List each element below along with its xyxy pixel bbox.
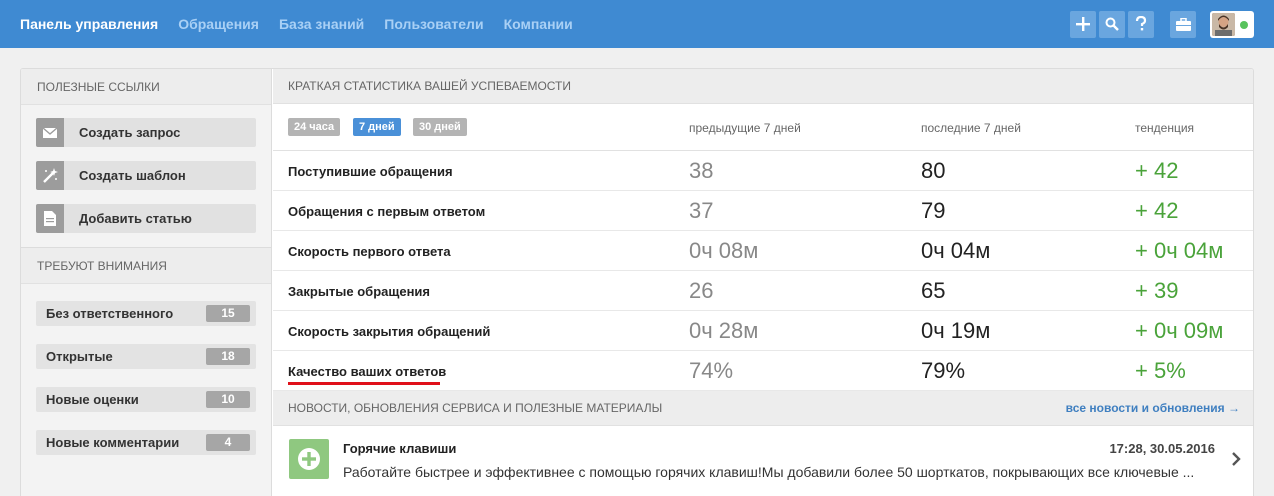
briefcase-icon	[1175, 17, 1191, 31]
magic-wand-icon	[43, 167, 58, 183]
document-icon	[44, 211, 56, 226]
stat-name: Скорость первого ответа	[288, 244, 451, 259]
useful-links: Создать запрос Создать шаблон Добавить с…	[21, 105, 271, 248]
attention-label: Открытые	[46, 349, 113, 364]
stat-name: Скорость закрытия обращений	[288, 324, 491, 339]
search-button[interactable]	[1099, 10, 1125, 38]
nav-dashboard[interactable]: Панель управления	[20, 16, 158, 32]
column-header-trend: тенденция	[1135, 121, 1195, 135]
stat-prev: 37	[689, 198, 714, 223]
count-badge: 18	[206, 348, 250, 365]
column-header-prev: предыдущие 7 дней	[689, 121, 801, 135]
count-badge: 15	[206, 305, 250, 322]
stat-name: Поступившие обращения	[288, 164, 453, 179]
stat-name: Качество ваших ответов	[288, 364, 447, 379]
stat-prev: 74%	[689, 358, 734, 383]
stat-prev: 26	[689, 278, 714, 303]
stat-last: 0ч 19м	[921, 318, 991, 343]
news-item-date: 17:28, 30.05.2016	[1109, 441, 1215, 456]
news-icon	[289, 439, 329, 479]
news-title-text: НОВОСТИ, ОБНОВЛЕНИЯ СЕРВИСА И ПОЛЕЗНЫЕ М…	[288, 401, 663, 415]
plus-icon	[1076, 17, 1090, 31]
news-item[interactable]: Горячие клавиши 17:28, 30.05.2016 Работа…	[273, 426, 1253, 496]
add-article-button[interactable]: Добавить статью	[36, 204, 256, 233]
stat-row: Качество ваших ответов 74% 79% + 5%	[273, 351, 1253, 391]
stat-row: Закрытые обращения 26 65 + 39	[273, 271, 1253, 311]
avatar	[1212, 12, 1235, 36]
stat-trend: + 0ч 09м	[1135, 318, 1224, 343]
user-menu[interactable]	[1210, 10, 1254, 38]
attention-unassigned[interactable]: Без ответственного 15	[36, 301, 256, 326]
stat-last: 80	[921, 158, 946, 183]
create-request-button[interactable]: Создать запрос	[36, 118, 256, 147]
news-item-text: Работайте быстрее и эффективнее с помощь…	[343, 464, 1195, 480]
count-badge: 4	[206, 434, 250, 451]
stat-name: Закрытые обращения	[288, 284, 431, 299]
nav-tickets[interactable]: Обращения	[178, 16, 259, 32]
stat-trend: + 42	[1135, 198, 1179, 223]
news-title: НОВОСТИ, ОБНОВЛЕНИЯ СЕРВИСА И ПОЛЕЗНЫЕ М…	[273, 391, 1253, 426]
stat-name: Обращения с первым ответом	[288, 204, 486, 219]
help-icon	[1135, 16, 1147, 31]
attention-label: Новые комментарии	[46, 435, 180, 450]
chevron-right-icon[interactable]	[1231, 451, 1241, 467]
create-template-button[interactable]: Создать шаблон	[36, 161, 256, 190]
stats-header: 24 часа 7 дней 30 дней предыдущие 7 дней…	[273, 104, 1253, 151]
all-news-link[interactable]: все новости и обновления →	[1066, 391, 1240, 426]
period-7d[interactable]: 7 дней	[353, 118, 401, 136]
add-article-label: Добавить статью	[79, 211, 192, 226]
plus-circle-icon	[298, 448, 320, 470]
attention-label: Без ответственного	[46, 306, 174, 321]
nav-users[interactable]: Пользователи	[384, 16, 483, 32]
nav-companies[interactable]: Компании	[504, 16, 573, 32]
useful-links-title: ПОЛЕЗНЫЕ ССЫЛКИ	[21, 69, 271, 105]
dashboard-card: ПОЛЕЗНЫЕ ССЫЛКИ Создать запрос Создать ш…	[20, 68, 1254, 496]
highlight-underline	[288, 382, 440, 385]
stat-row: Скорость первого ответа 0ч 08м 0ч 04м + …	[273, 231, 1253, 271]
search-icon	[1105, 17, 1119, 31]
envelope-icon	[43, 127, 57, 138]
attention-list: Без ответственного 15 Открытые 18 Новые …	[21, 284, 271, 455]
attention-new-ratings[interactable]: Новые оценки 10	[36, 387, 256, 412]
help-button[interactable]	[1128, 10, 1154, 38]
main-nav: Панель управления Обращения База знаний …	[20, 0, 593, 48]
stat-trend: + 0ч 04м	[1135, 238, 1224, 263]
stat-prev: 38	[689, 158, 714, 183]
news-item-title: Горячие клавиши	[343, 441, 457, 456]
toolbar	[1067, 10, 1254, 38]
stat-last: 79%	[921, 358, 966, 383]
top-navbar: Панель управления Обращения База знаний …	[0, 0, 1274, 48]
stat-prev: 0ч 28м	[689, 318, 759, 343]
add-button[interactable]	[1070, 10, 1096, 38]
stat-last: 0ч 04м	[921, 238, 991, 263]
online-status-indicator	[1240, 20, 1248, 29]
stat-row: Поступившие обращения 38 80 + 42	[273, 151, 1253, 191]
stat-last: 79	[921, 198, 946, 223]
count-badge: 10	[206, 391, 250, 408]
stat-row: Обращения с первым ответом 37 79 + 42	[273, 191, 1253, 231]
attention-label: Новые оценки	[46, 392, 139, 407]
stat-last: 65	[921, 278, 946, 303]
stat-trend: + 39	[1135, 278, 1179, 303]
stat-prev: 0ч 08м	[689, 238, 759, 263]
stats-title: КРАТКАЯ СТАТИСТИКА ВАШЕЙ УСПЕВАЕМОСТИ	[273, 69, 1253, 104]
stat-row: Скорость закрытия обращений 0ч 28м 0ч 19…	[273, 311, 1253, 351]
briefcase-button[interactable]	[1170, 10, 1196, 38]
stat-trend: + 5%	[1135, 358, 1186, 383]
attention-new-comments[interactable]: Новые комментарии 4	[36, 430, 256, 455]
period-30d[interactable]: 30 дней	[413, 118, 467, 136]
column-header-last: последние 7 дней	[921, 121, 1021, 135]
stats-panel: КРАТКАЯ СТАТИСТИКА ВАШЕЙ УСПЕВАЕМОСТИ 24…	[273, 69, 1253, 496]
attention-title: ТРЕБУЮТ ВНИМАНИЯ	[21, 248, 271, 284]
nav-knowledge-base[interactable]: База знаний	[279, 16, 364, 32]
create-template-label: Создать шаблон	[79, 168, 186, 183]
create-request-label: Создать запрос	[79, 125, 181, 140]
stat-trend: + 42	[1135, 158, 1179, 183]
period-24h[interactable]: 24 часа	[288, 118, 341, 136]
sidebar: ПОЛЕЗНЫЕ ССЫЛКИ Создать запрос Создать ш…	[21, 69, 272, 496]
attention-open[interactable]: Открытые 18	[36, 344, 256, 369]
